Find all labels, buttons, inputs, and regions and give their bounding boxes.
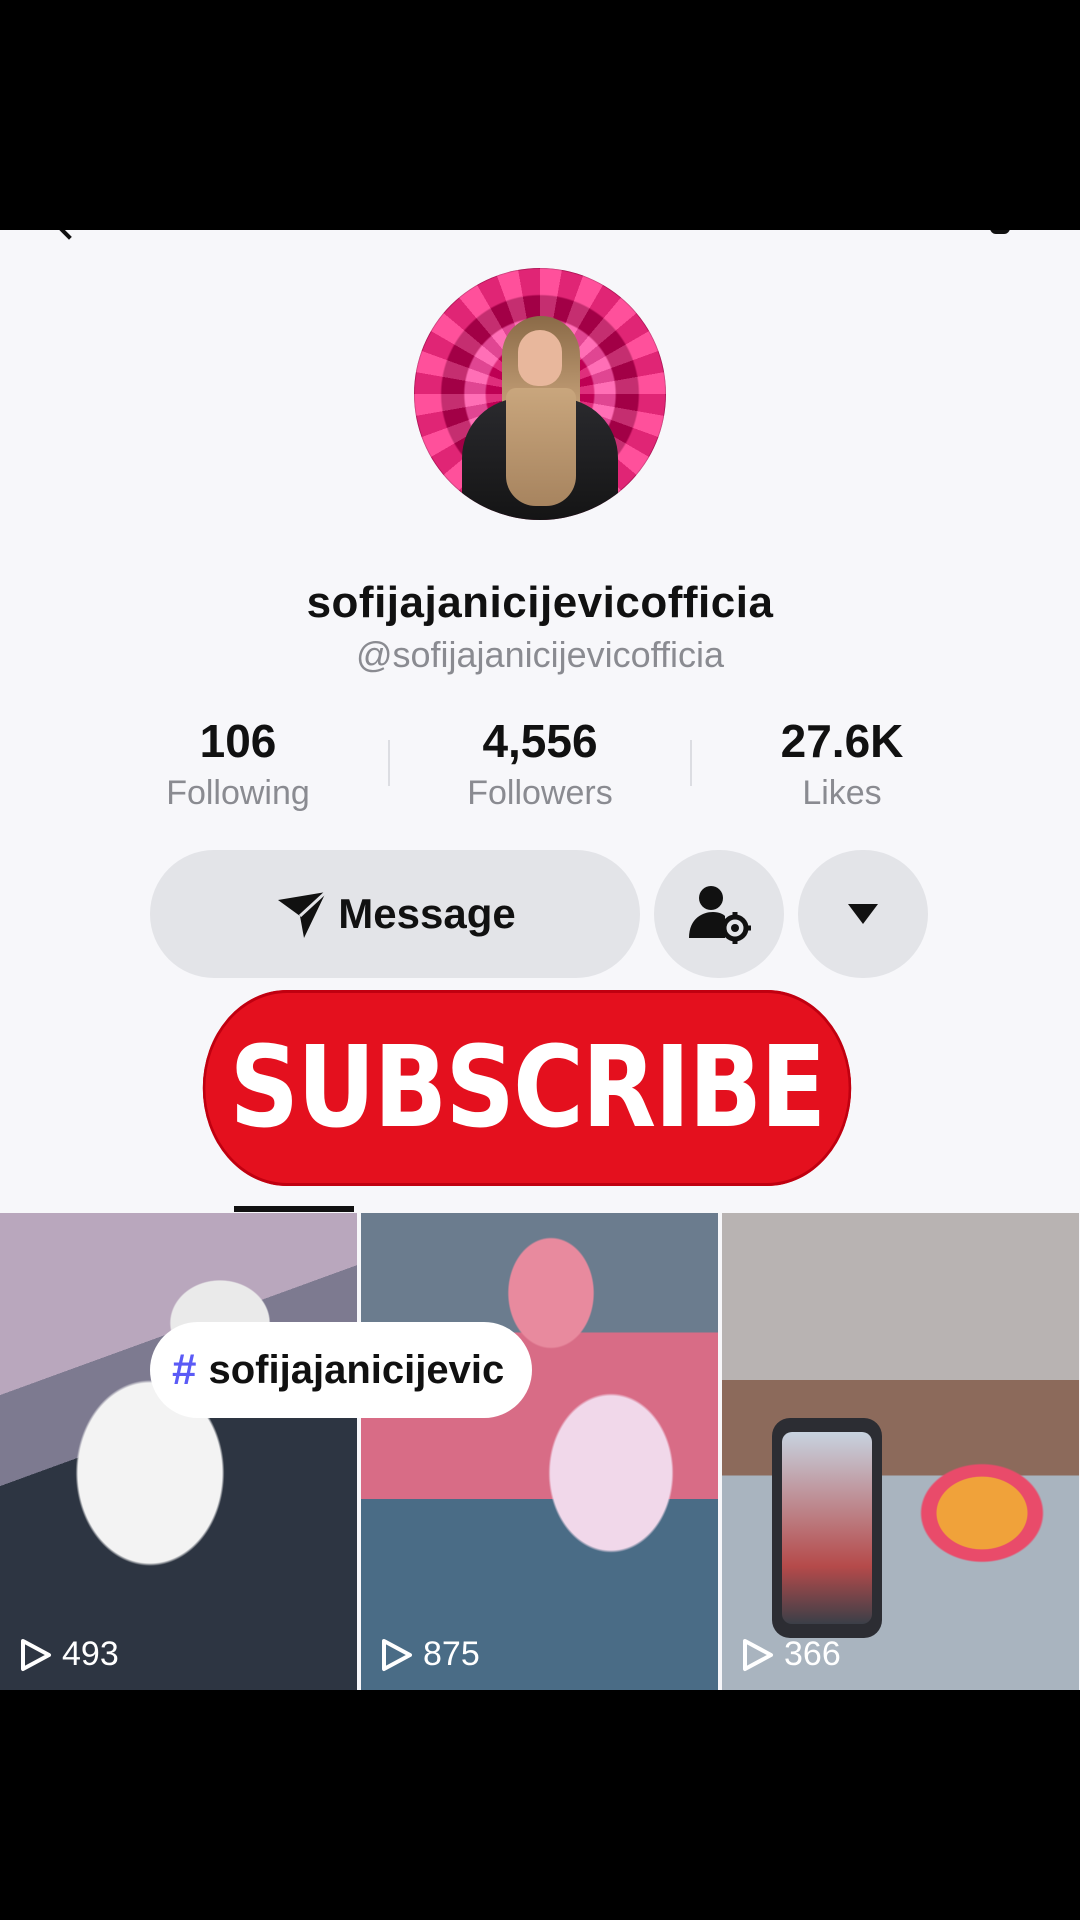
- video-thumbnail[interactable]: 493: [0, 1213, 357, 1690]
- stat-likes-value: 27.6K: [780, 715, 904, 767]
- username-handle: @sofijajanicijevicofficia: [355, 634, 725, 675]
- message-label: Message: [338, 890, 516, 937]
- status-bar-stub: [0, 230, 1080, 242]
- subscribe-banner[interactable]: SUBSCRIBE: [202, 990, 852, 1186]
- tab-indicator: [234, 1206, 354, 1212]
- stat-likes-label: Likes: [802, 774, 882, 812]
- stat-following-value: 106: [199, 715, 277, 767]
- stat-likes: 27.6K Likes: [722, 714, 962, 813]
- stat-divider: [388, 740, 390, 786]
- back-icon[interactable]: [56, 230, 82, 240]
- phone-image: [772, 1418, 882, 1638]
- stat-following-label: Following: [166, 774, 310, 812]
- view-count: 875: [381, 1635, 480, 1674]
- view-count-value: 493: [62, 1635, 119, 1673]
- profile-screen: sofijajanicijevicofficia @sofijajanicije…: [0, 230, 1080, 1690]
- display-name: sofijajanicijevicofficia: [306, 578, 774, 627]
- hashtag-icon: #: [172, 1345, 197, 1394]
- share-icon[interactable]: [990, 230, 1010, 234]
- send-icon: [278, 890, 328, 938]
- video-thumbnail[interactable]: 875: [361, 1213, 718, 1690]
- stat-following[interactable]: 106 Following: [118, 714, 358, 813]
- stat-followers-label: Followers: [467, 774, 613, 812]
- stat-divider: [690, 740, 692, 786]
- view-count-value: 875: [423, 1635, 480, 1673]
- stat-followers[interactable]: 4,556 Followers: [420, 714, 660, 813]
- play-icon: [21, 1638, 51, 1671]
- subscribe-label: SUBSCRIBE: [229, 1023, 827, 1153]
- user-settings-button[interactable]: [654, 850, 784, 978]
- message-button[interactable]: Message: [150, 850, 640, 978]
- video-grid: 493 875 366: [0, 1213, 1080, 1690]
- video-thumbnail[interactable]: 366: [722, 1213, 1079, 1690]
- view-count: 493: [20, 1635, 119, 1674]
- caret-down-icon: [848, 904, 878, 924]
- hashtag-chip[interactable]: # sofijajanicijevic: [150, 1322, 533, 1418]
- user-gear-icon: [689, 886, 751, 944]
- play-icon: [382, 1638, 412, 1671]
- view-count: 366: [742, 1635, 841, 1674]
- avatar[interactable]: [414, 268, 666, 520]
- more-dropdown-button[interactable]: [798, 850, 928, 978]
- play-icon: [743, 1638, 773, 1671]
- hashtag-text: sofijajanicijevic: [208, 1347, 505, 1392]
- profile-stats: 106 Following 4,556 Followers 27.6K Like…: [0, 714, 1080, 824]
- stat-followers-value: 4,556: [482, 715, 598, 767]
- view-count-value: 366: [784, 1635, 841, 1673]
